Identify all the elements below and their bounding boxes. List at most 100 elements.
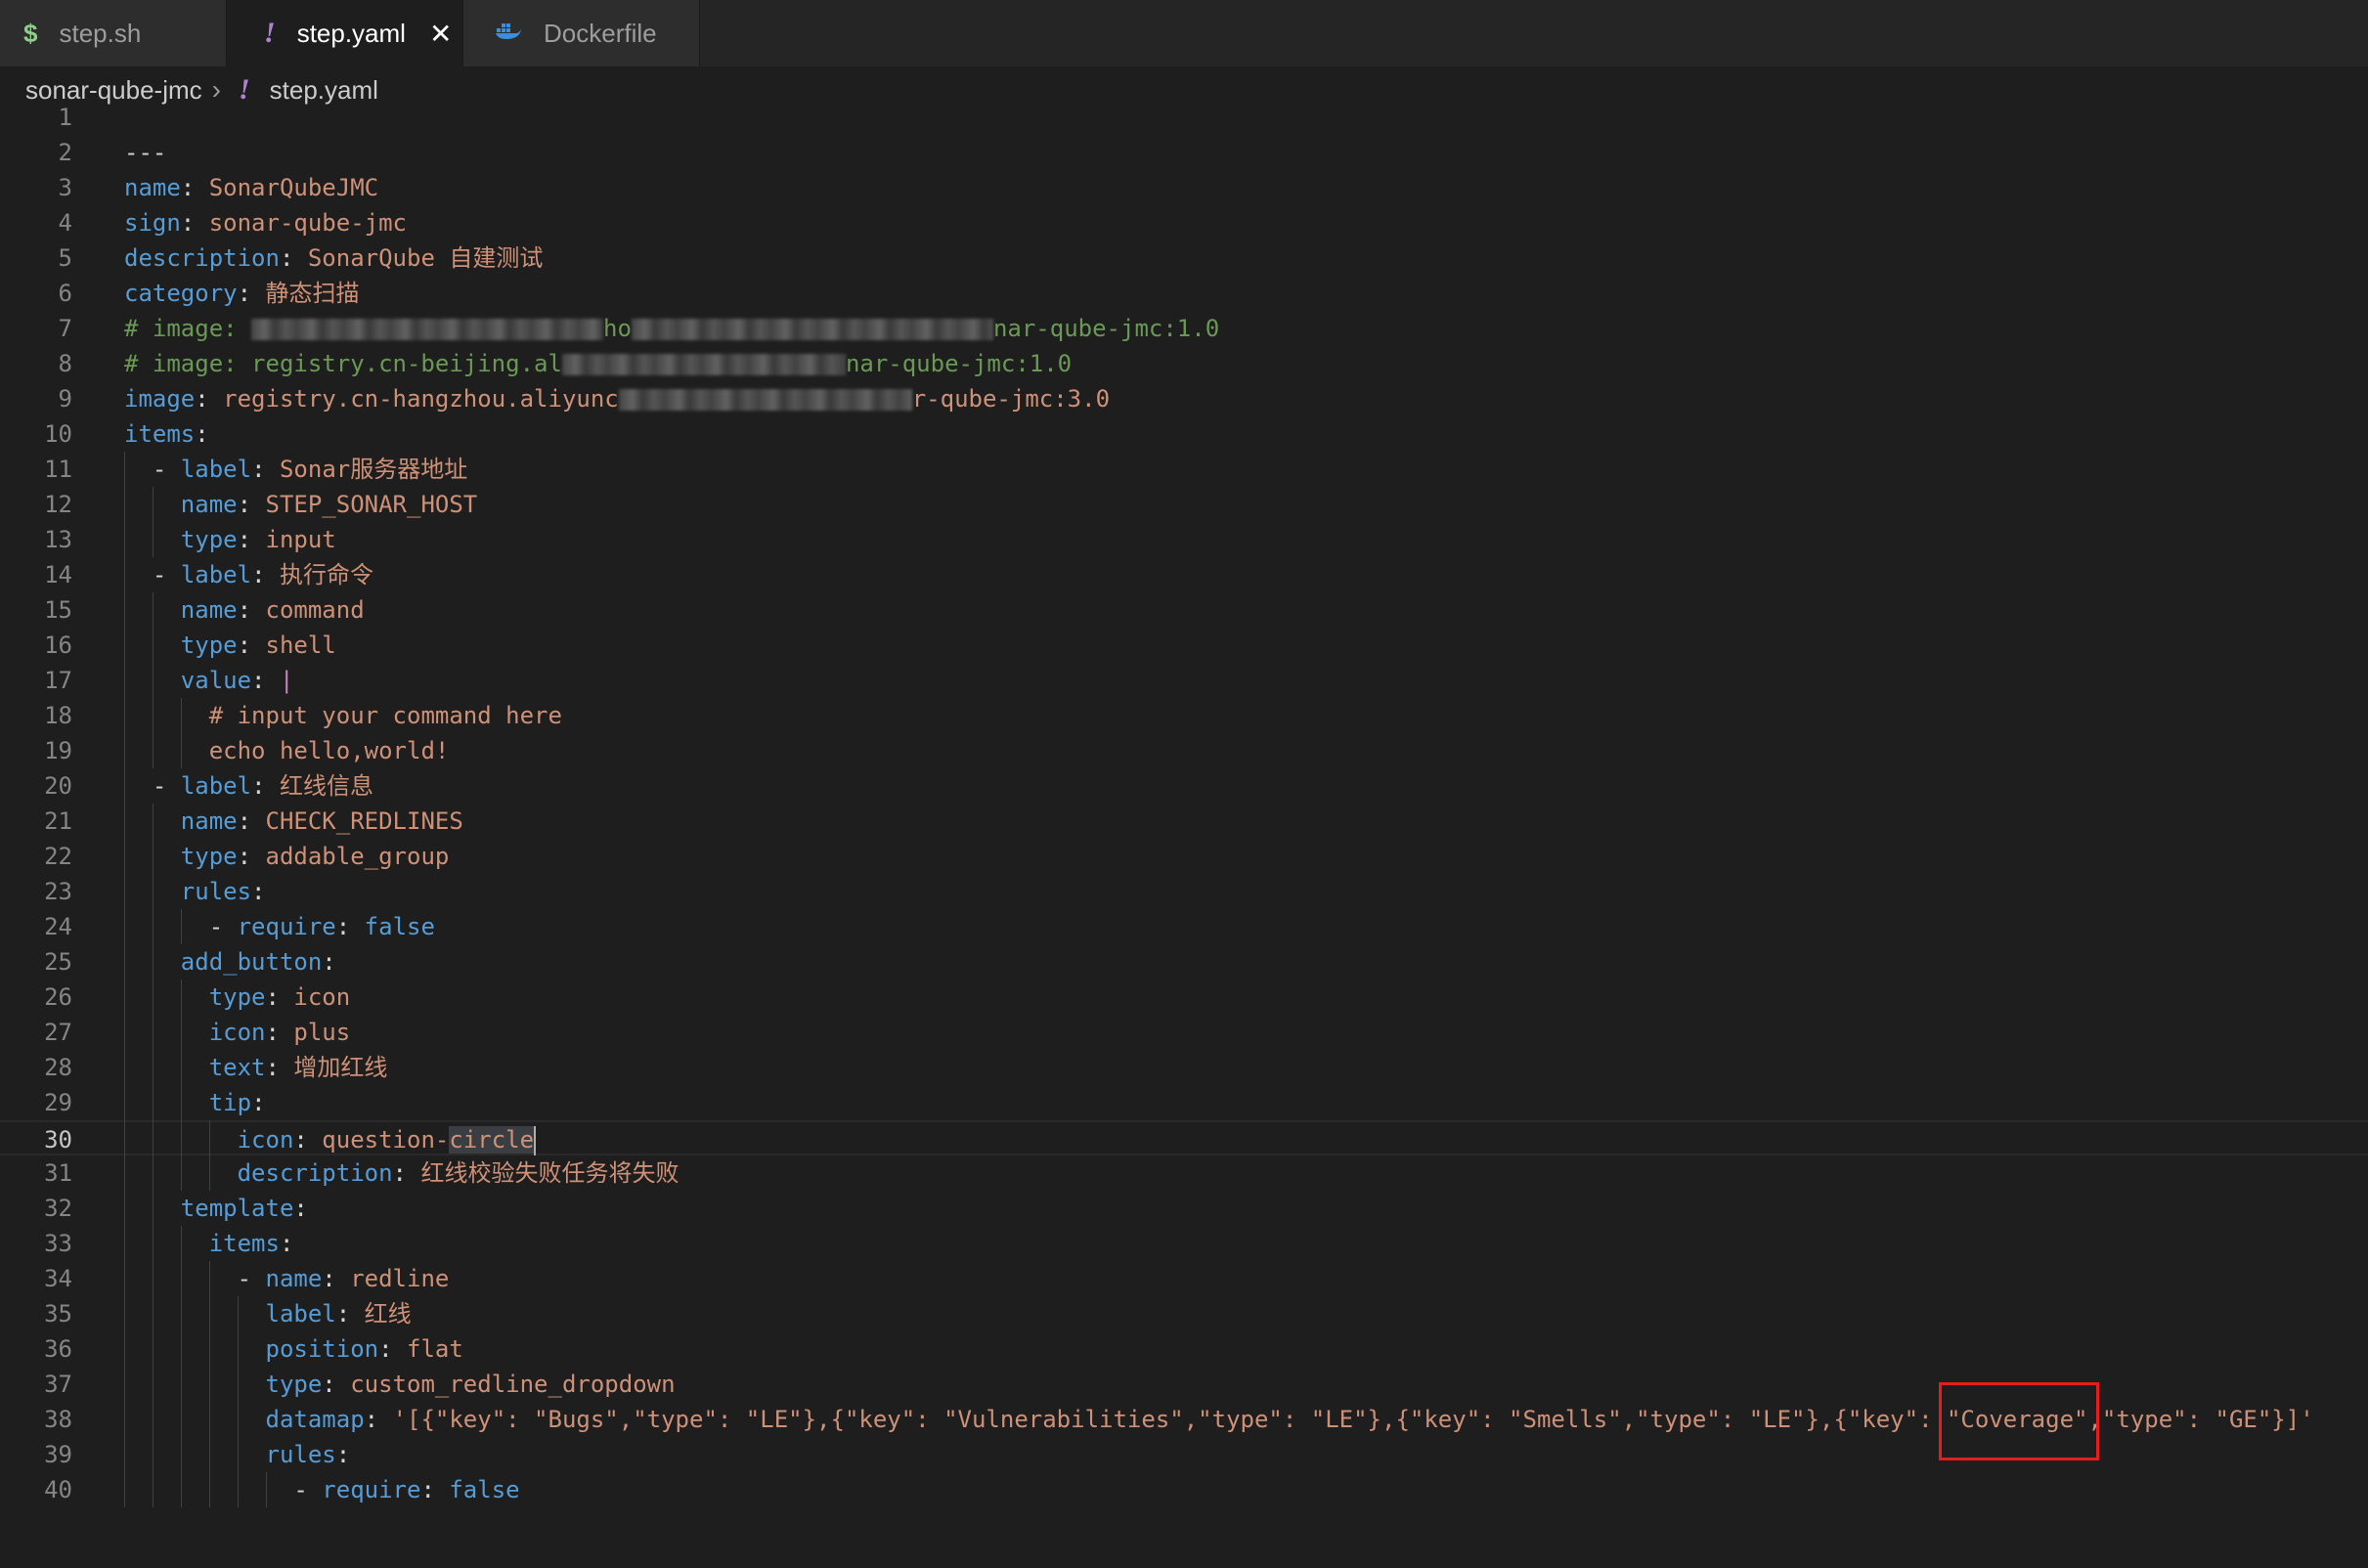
code-line[interactable]: 14 - label: 执行命令: [0, 557, 2368, 592]
indent-guide: [124, 1367, 125, 1402]
code-line[interactable]: 18 # input your command here: [0, 698, 2368, 733]
code-text: type: addable_group: [180, 843, 450, 870]
code-text: # input your command here: [208, 702, 562, 729]
indent-guide: [124, 944, 125, 980]
code-text: # image: registry.cn-beijing.al nar-qube-…: [124, 350, 1073, 377]
indent-guide: [209, 1472, 210, 1507]
code-line[interactable]: 15 name: command: [0, 592, 2368, 628]
code-line[interactable]: 30 icon: question-circle: [0, 1120, 2368, 1155]
code-text: echo hello,world!: [208, 737, 450, 764]
line-number: 24: [44, 913, 72, 940]
indent-guide: [181, 980, 182, 1015]
indent-guide: [124, 1226, 125, 1261]
code-text: items:: [208, 1230, 294, 1257]
code-line[interactable]: 10 items:: [0, 416, 2368, 452]
code-line[interactable]: 19 echo hello,world!: [0, 733, 2368, 768]
indent-guide: [124, 592, 125, 628]
highlight-box: [1939, 1382, 2099, 1460]
line-number: 19: [44, 737, 72, 764]
code-text: - label: Sonar服务器地址: [152, 456, 468, 483]
yaml-file-icon: !: [264, 17, 276, 49]
code-line[interactable]: 26 type: icon: [0, 980, 2368, 1015]
close-icon[interactable]: ✕: [429, 18, 452, 50]
chevron-right-icon: ›: [211, 74, 221, 105]
code-line[interactable]: 5 description: SonarQube 自建测试: [0, 240, 2368, 276]
code-line[interactable]: 24 - require: false: [0, 909, 2368, 944]
line-number: 35: [44, 1300, 72, 1328]
code-line[interactable]: 23 rules:: [0, 874, 2368, 909]
code-text: ---: [124, 139, 167, 166]
code-line[interactable]: 33 items:: [0, 1226, 2368, 1261]
code-text: rules:: [180, 878, 266, 905]
code-line[interactable]: 27 icon: plus: [0, 1015, 2368, 1050]
code-line[interactable]: 36 position: flat: [0, 1331, 2368, 1367]
code-line[interactable]: 11 - label: Sonar服务器地址: [0, 452, 2368, 487]
code-text: description: 红线校验失败任务将失败: [237, 1159, 680, 1187]
tab-label: step.sh: [59, 18, 142, 48]
line-number: 36: [44, 1335, 72, 1363]
code-line[interactable]: 25 add_button:: [0, 944, 2368, 980]
code-text: icon: question-circle: [237, 1126, 537, 1155]
code-editor[interactable]: 1 2 --- 3 name: SonarQubeJMC 4 sign: sonar-qub…: [0, 106, 2368, 1568]
code-line[interactable]: 34 - name: redline: [0, 1261, 2368, 1296]
tab-bar: $ step.sh ! step.yaml ✕ Dockerfile: [0, 0, 2368, 67]
tab-step-yaml[interactable]: ! step.yaml ✕: [227, 0, 463, 66]
indent-guide: [181, 1120, 182, 1155]
code-line[interactable]: 16 type: shell: [0, 628, 2368, 663]
indent-guide: [209, 1296, 210, 1331]
code-line[interactable]: 6 category: 静态扫描: [0, 276, 2368, 311]
line-number: 40: [44, 1476, 72, 1503]
code-line[interactable]: 12 name: STEP_SONAR_HOST: [0, 487, 2368, 522]
code-line[interactable]: 20 - label: 红线信息: [0, 768, 2368, 804]
indent-guide: [238, 1296, 239, 1331]
code-line[interactable]: 29 tip:: [0, 1085, 2368, 1120]
code-line[interactable]: 2 ---: [0, 135, 2368, 170]
line-number: 32: [44, 1195, 72, 1222]
indent-guide: [124, 1402, 125, 1437]
indent-guide: [181, 1367, 182, 1402]
indent-guide: [124, 733, 125, 768]
code-line[interactable]: 28 text: 增加红线: [0, 1050, 2368, 1085]
code-line[interactable]: 1: [0, 106, 2368, 135]
indent-guide: [124, 804, 125, 839]
code-line[interactable]: 21 name: CHECK_REDLINES: [0, 804, 2368, 839]
code-line[interactable]: 31 description: 红线校验失败任务将失败: [0, 1155, 2368, 1191]
code-text: type: custom_redline_dropdown: [265, 1371, 676, 1398]
indent-guide: [181, 1472, 182, 1507]
line-number: 9: [58, 385, 72, 413]
docker-icon: [495, 20, 522, 47]
code-text: text: 增加红线: [208, 1054, 388, 1081]
code-line[interactable]: 17 value: |: [0, 663, 2368, 698]
code-line[interactable]: 40 - require: false: [0, 1472, 2368, 1507]
line-number: 14: [44, 561, 72, 588]
line-number: 18: [44, 702, 72, 729]
line-number: 10: [44, 420, 72, 448]
line-number: 11: [44, 456, 72, 483]
shell-file-icon: $: [23, 18, 38, 48]
code-line[interactable]: 9 image: registry.cn-hangzhou.aliyunc r-qu…: [0, 381, 2368, 416]
code-text: description: SonarQube 自建测试: [124, 244, 544, 272]
tab-step-sh[interactable]: $ step.sh: [0, 0, 227, 66]
indent-guide: [124, 1331, 125, 1367]
code-text: - label: 执行命令: [152, 561, 373, 588]
indent-guide: [124, 698, 125, 733]
indent-guide: [124, 487, 125, 522]
code-line[interactable]: 35 label: 红线: [0, 1296, 2368, 1331]
line-number: 38: [44, 1406, 72, 1433]
code-line[interactable]: 8 # image: registry.cn-beijing.al nar-qube…: [0, 346, 2368, 381]
code-line[interactable]: 7 # image: ho nar-qube-jmc:1.0: [0, 311, 2368, 346]
code-text: type: icon: [208, 983, 351, 1011]
code-line[interactable]: 13 type: input: [0, 522, 2368, 557]
indent-guide: [124, 1437, 125, 1472]
code-text: tip:: [208, 1089, 266, 1116]
breadcrumb-folder[interactable]: sonar-qube-jmc: [25, 75, 202, 106]
code-line[interactable]: 22 type: addable_group: [0, 839, 2368, 874]
tab-dockerfile[interactable]: Dockerfile: [463, 0, 700, 66]
code-line[interactable]: 3 name: SonarQubeJMC: [0, 170, 2368, 205]
indent-guide: [124, 909, 125, 944]
code-line[interactable]: 4 sign: sonar-qube-jmc: [0, 205, 2368, 240]
line-number: 3: [58, 174, 72, 201]
code-line[interactable]: 32 template:: [0, 1191, 2368, 1226]
breadcrumb-file[interactable]: step.yaml: [270, 75, 378, 106]
code-text: image: registry.cn-hangzhou.aliyunc r-qub…: [124, 385, 1111, 413]
